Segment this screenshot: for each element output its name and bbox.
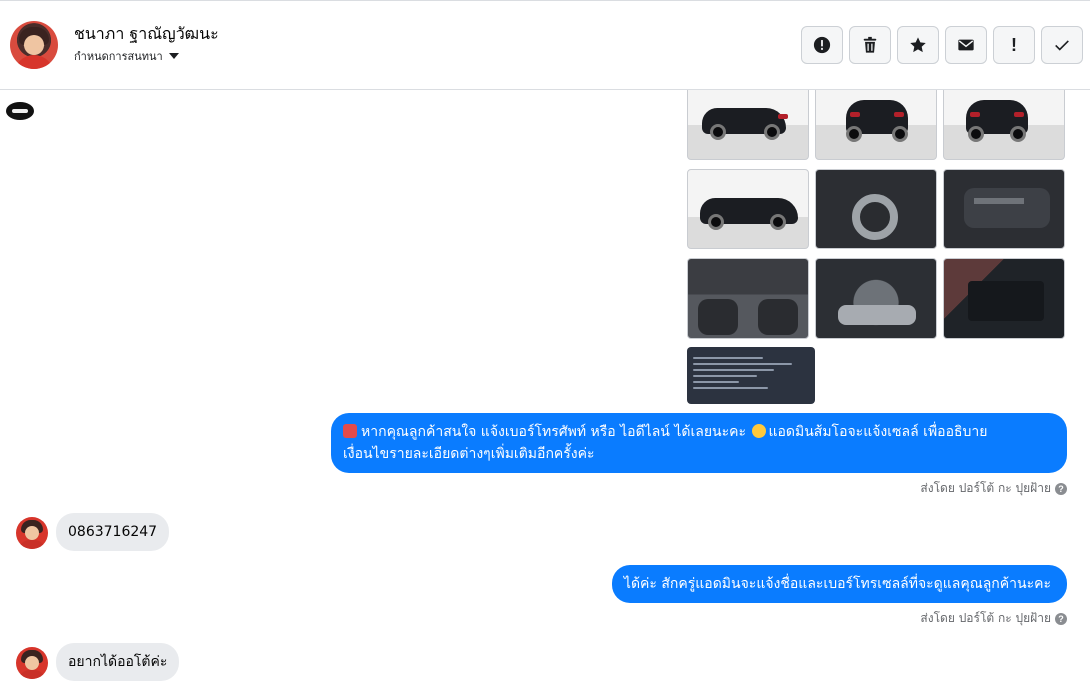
photo-car-engine[interactable] [815,258,937,339]
help-icon[interactable]: ? [1055,612,1067,625]
sent-by-label: ส่งโดย ปอร์โต้ กะ ปุยฝ้าย ? [920,609,1067,628]
message-text: 0863716247 [68,524,158,540]
mark-done-button[interactable] [1041,26,1083,64]
sent-by-label: ส่งโดย ปอร์โต้ กะ ปุยฝ้าย ? [920,479,1067,498]
trash-icon [863,36,877,53]
sent-by-text: ส่งโดย ปอร์โต้ กะ ปุยฝ้าย [920,611,1051,625]
delete-button[interactable] [849,26,891,64]
photo-car-battery[interactable] [943,258,1065,339]
star-button[interactable] [897,26,939,64]
assign-conversation-label: กำหนดการสนทนา [74,50,163,63]
page-logo-icon [6,102,34,120]
contact-name[interactable]: ชนาภา ฐาณัญวัฒนะ [74,22,219,47]
conversation-view: ชนาภา ฐาณัญวัฒนะ กำหนดการสนทนา ! หากคุณล… [0,0,1090,684]
message-text-line: เงื่อนไขรายละเอียดต่างๆเพิ่มเติมอีกครั้ง… [343,446,595,462]
smiling-face-emoji-icon [752,424,767,438]
exclamation-circle-icon [813,36,831,54]
incoming-message[interactable]: 0863716247 [56,513,170,551]
photo-car-spec-sheet[interactable] [687,347,815,404]
photo-car-interior[interactable] [687,258,809,339]
photo-car-door-panel[interactable] [943,169,1065,249]
sent-by-text: ส่งโดย ปอร์โต้ กะ ปุยฝ้าย [920,481,1051,495]
follow-up-button[interactable]: ! [993,26,1035,64]
contact-avatar-small[interactable] [16,647,48,679]
star-icon [910,37,926,53]
header-actions: ! [801,26,1083,64]
message-text: อยากได้ออโต้ค่ะ [68,654,168,670]
telephone-emoji-icon [343,424,357,438]
mark-unread-button[interactable] [945,26,987,64]
photo-car-wheel[interactable] [815,169,937,249]
mark-spam-button[interactable] [801,26,843,64]
contact-avatar-small[interactable] [16,517,48,549]
conversation-header: ชนาภา ฐาณัญวัฒนะ กำหนดการสนทนา ! [0,1,1090,90]
assign-conversation-dropdown[interactable]: กำหนดการสนทนา [74,47,179,65]
help-icon[interactable]: ? [1055,482,1067,495]
message-text-line: แอดมินส้มโอจะแจ้งเซลล์ เพื่ออธิบาย [768,424,988,440]
check-icon [1055,40,1069,51]
contact-avatar[interactable] [10,21,58,69]
outgoing-message[interactable]: ได้ค่ะ สักครู่แอดมินจะแจ้งชื่อและเบอร์โท… [611,565,1067,603]
photo-car-side[interactable] [687,169,809,249]
envelope-icon [958,39,974,51]
message-text-line: หากคุณลูกค้าสนใจ แจ้งเบอร์โทรศัพท์ หรือ … [361,424,746,440]
outgoing-message[interactable]: หากคุณลูกค้าสนใจ แจ้งเบอร์โทรศัพท์ หรือ … [331,413,1067,473]
caret-down-icon [168,53,179,59]
exclamation-icon: ! [1011,34,1017,55]
incoming-message[interactable]: อยากได้ออโต้ค่ะ [56,643,180,681]
message-text: ได้ค่ะ สักครู่แอดมินจะแจ้งชื่อและเบอร์โท… [623,576,1051,592]
